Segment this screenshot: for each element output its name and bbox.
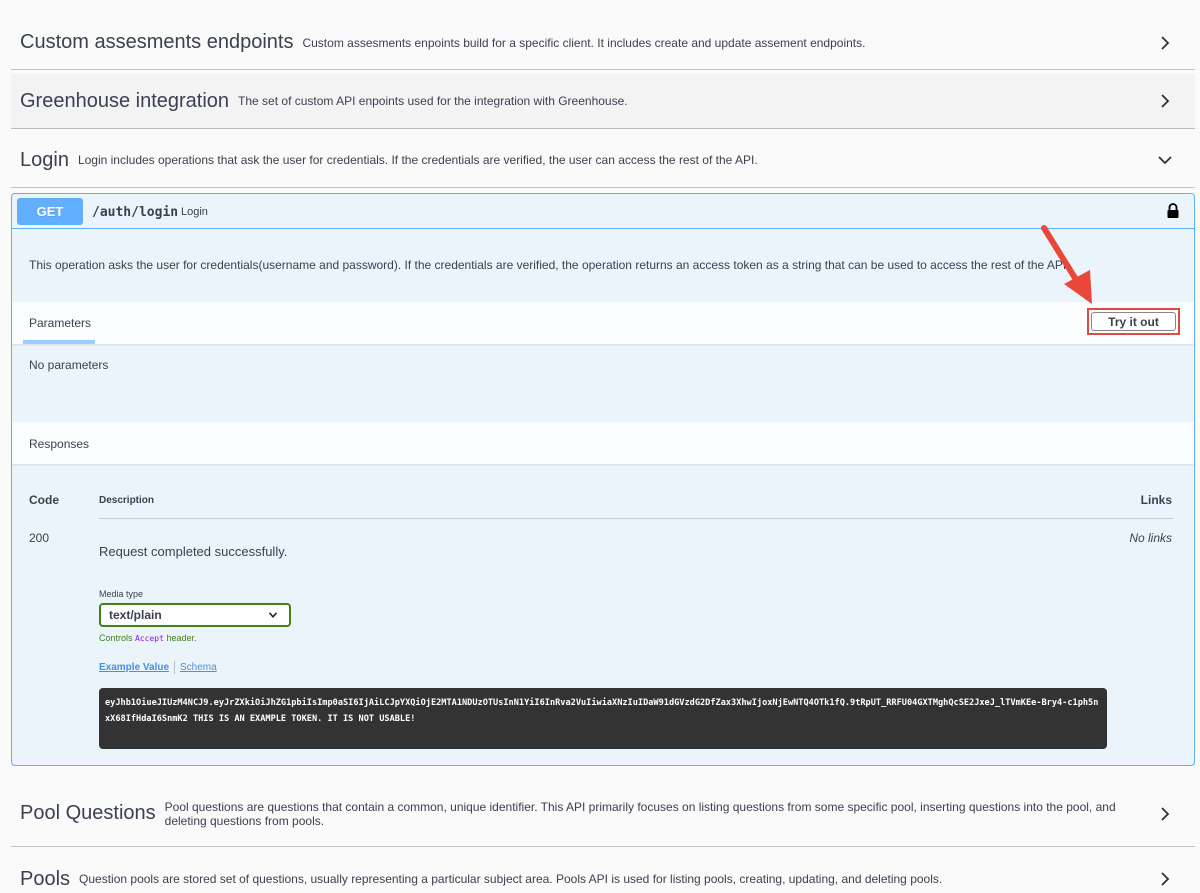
media-type-value: text/plain xyxy=(109,608,162,622)
tag-description: The set of custom API enpoints used for … xyxy=(238,94,628,108)
chevron-right-icon[interactable] xyxy=(1157,35,1173,51)
operation-path: /auth/login xyxy=(92,205,179,220)
no-parameters-text: No parameters xyxy=(29,358,109,372)
tag-title: Pools xyxy=(20,867,71,890)
chevron-down-icon[interactable] xyxy=(1157,152,1173,168)
tag-description: Custom assesments enpoints build for a s… xyxy=(302,35,866,50)
example-token: eyJhb1OiueJIUzM4NCJ9.eyJrZXkiOiJhZG1pbiI… xyxy=(105,698,1099,724)
tag-title: Login xyxy=(20,148,69,171)
accept-code: Accept xyxy=(135,634,164,643)
media-type-select[interactable]: text/plain xyxy=(99,603,291,627)
tab-parameters[interactable]: Parameters xyxy=(29,316,91,330)
tag-login[interactable]: Login Login includes operations that ask… xyxy=(11,133,1195,188)
tag-title: Greenhouse integration xyxy=(20,89,230,112)
operation-description: This operation asks the user for credent… xyxy=(29,258,1070,272)
tab-active-underline xyxy=(23,340,95,344)
tab-schema[interactable]: Schema xyxy=(180,662,217,673)
tag-title: Custom assesments endpoints xyxy=(20,31,294,53)
table-divider xyxy=(99,518,1174,519)
tag-pool-questions[interactable]: Pool Questions Pool questions are questi… xyxy=(11,781,1195,847)
response-links: No links xyxy=(1129,531,1172,545)
chevron-right-icon[interactable] xyxy=(1157,871,1173,887)
media-type-label: Media type xyxy=(99,589,144,599)
lock-icon[interactable] xyxy=(1166,203,1180,219)
tag-title: Pool Questions xyxy=(20,802,156,824)
tab-separator xyxy=(174,661,175,674)
chevron-down-icon xyxy=(269,612,277,618)
column-header-links: Links xyxy=(1140,493,1172,507)
method-badge: GET xyxy=(17,198,83,225)
operation-get-auth-login: GET /auth/login Login This operation ask… xyxy=(11,193,1195,766)
try-it-out-button[interactable]: Try it out xyxy=(1087,308,1180,335)
operation-summary: Login xyxy=(181,206,208,218)
controls-suffix: header. xyxy=(166,633,197,643)
tag-description: Question pools are stored set of questio… xyxy=(79,872,943,886)
responses-header: Responses xyxy=(12,422,1194,464)
controls-accept-note: Controls Accept header. xyxy=(99,633,196,643)
tag-pools[interactable]: Pools Question pools are stored set of q… xyxy=(11,851,1195,893)
tag-description: Pool questions are questions that contai… xyxy=(164,799,1116,828)
responses-label: Responses xyxy=(29,437,90,451)
response-description: Request completed successfully. xyxy=(99,544,288,559)
tag-custom-assessments[interactable]: Custom assesments endpoints Custom asses… xyxy=(11,16,1195,70)
column-header-code: Code xyxy=(29,493,59,507)
parameters-header: Parameters Try it out xyxy=(12,302,1194,344)
chevron-right-icon[interactable] xyxy=(1157,93,1173,109)
example-value-code-block: eyJhb1OiueJIUzM4NCJ9.eyJrZXkiOiJhZG1pbiI… xyxy=(99,688,1107,749)
controls-prefix: Controls xyxy=(99,633,133,643)
operation-summary-bar[interactable]: GET /auth/login Login xyxy=(12,194,1194,229)
response-code: 200 xyxy=(29,531,50,545)
tag-greenhouse-integration[interactable]: Greenhouse integration The set of custom… xyxy=(11,74,1195,129)
column-header-description: Description xyxy=(99,495,155,506)
tag-description: Login includes operations that ask the u… xyxy=(77,153,758,167)
chevron-right-icon[interactable] xyxy=(1157,806,1173,822)
tab-example-value[interactable]: Example Value xyxy=(99,662,169,673)
